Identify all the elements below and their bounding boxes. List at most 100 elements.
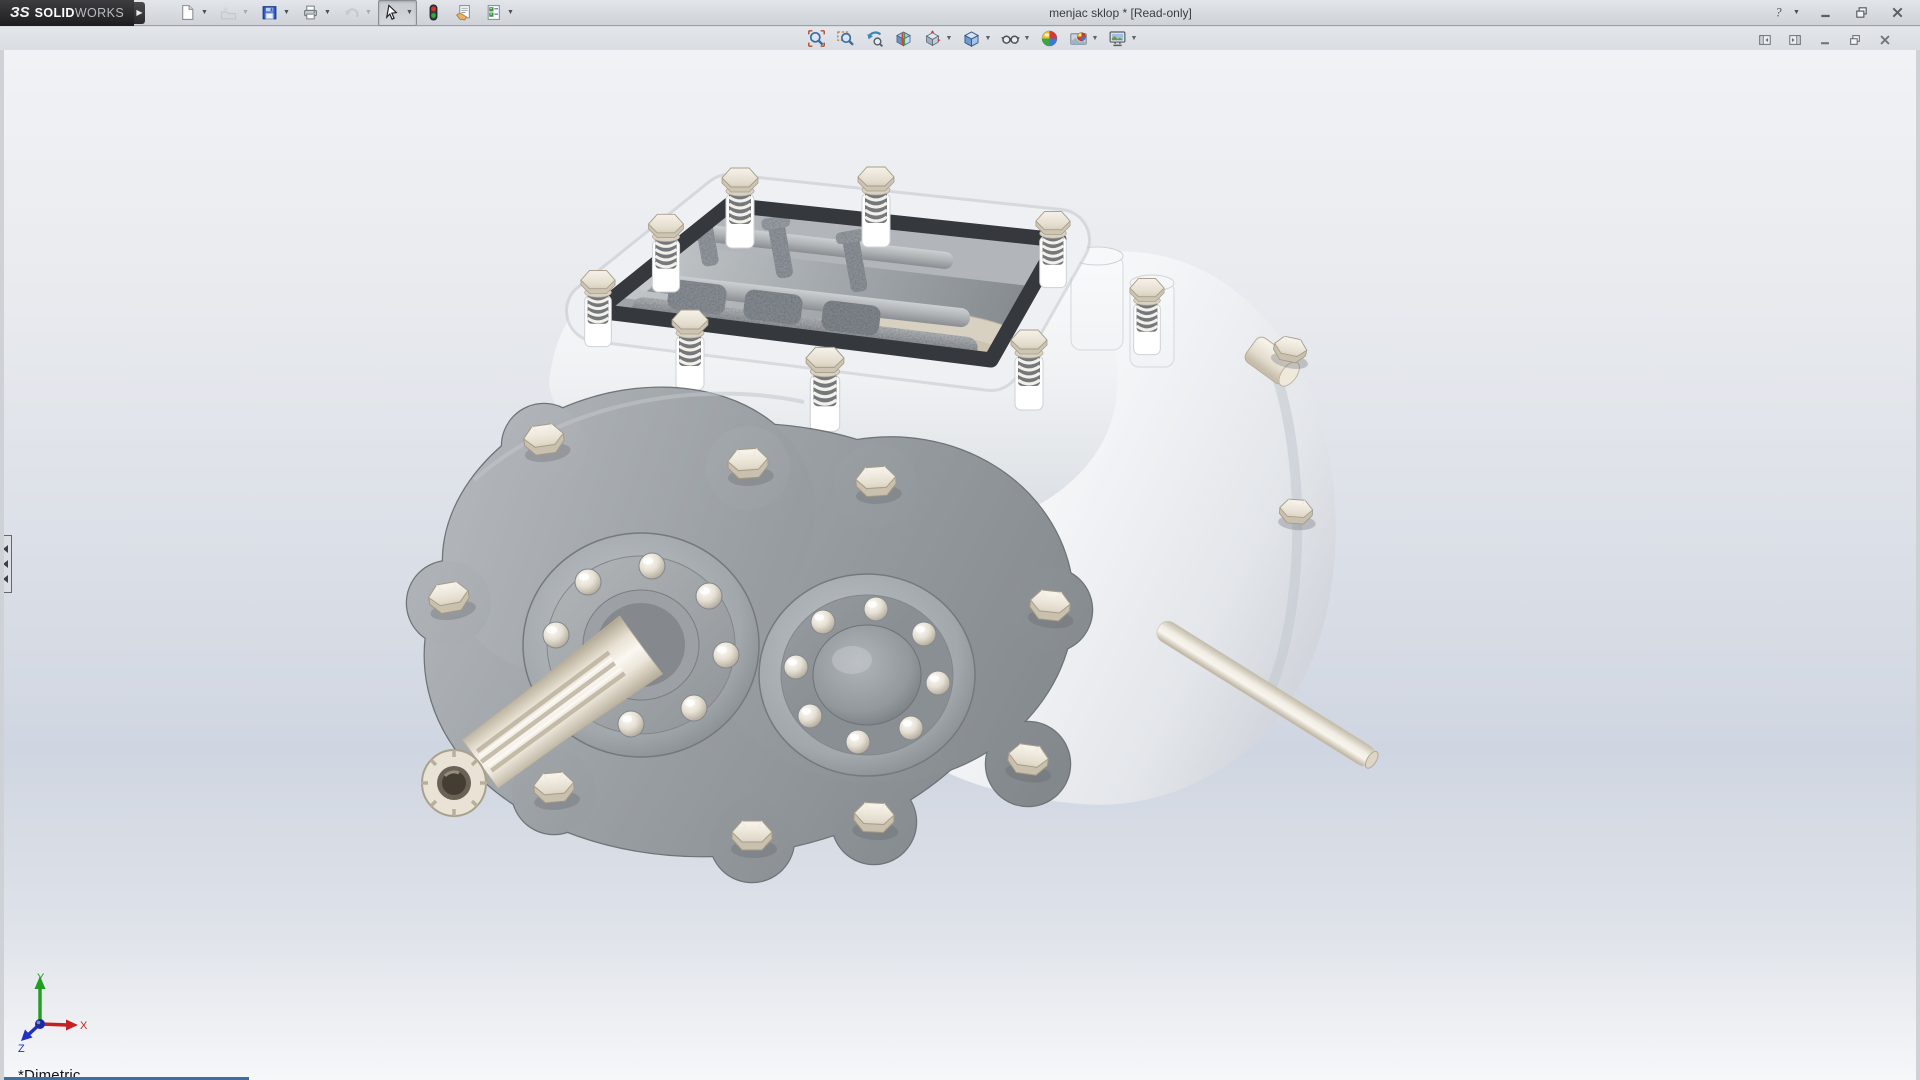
triad-y-label: Y bbox=[37, 972, 45, 984]
hide-show-items-button[interactable] bbox=[998, 28, 1022, 49]
pane-toggle-left-group bbox=[1752, 28, 1778, 52]
open-document-dropdown-arrow-icon: ▼ bbox=[240, 3, 251, 23]
new-icon bbox=[179, 4, 196, 21]
undo-group: ▼ bbox=[337, 0, 376, 26]
minimize-app-group bbox=[1810, 0, 1840, 26]
file-properties-group bbox=[449, 0, 477, 26]
previous-view-button[interactable] bbox=[862, 28, 886, 49]
options-dropdown-arrow-icon[interactable]: ▼ bbox=[505, 3, 516, 23]
pane-toggle-left-button[interactable] bbox=[1754, 30, 1776, 50]
apply-scene-button[interactable] bbox=[1066, 28, 1090, 49]
view-settings-button[interactable] bbox=[1105, 28, 1129, 49]
options-button[interactable] bbox=[481, 2, 505, 24]
display-style-dropdown-arrow-icon[interactable]: ▼ bbox=[983, 29, 993, 49]
output-bearing-boss[interactable] bbox=[759, 574, 975, 776]
min-icon bbox=[1818, 5, 1833, 20]
apply-scene-group: ▼ bbox=[1064, 26, 1102, 51]
display-style-button[interactable] bbox=[959, 28, 983, 49]
ds-logo-mark: ЗS bbox=[10, 4, 30, 21]
help-group: ▼ bbox=[1763, 0, 1804, 26]
restore-document-group bbox=[1842, 28, 1868, 52]
close-icon bbox=[1878, 33, 1892, 47]
restore-app-button[interactable] bbox=[1848, 2, 1874, 24]
minimize-document-button[interactable] bbox=[1814, 30, 1836, 50]
zoom-to-fit-group bbox=[802, 26, 830, 51]
restore-icon bbox=[1848, 33, 1862, 47]
paneright-icon bbox=[1788, 33, 1802, 47]
select-button[interactable] bbox=[380, 2, 404, 24]
close-app-button[interactable] bbox=[1884, 2, 1910, 24]
section-icon bbox=[894, 29, 913, 48]
collapse-arrow-icon bbox=[4, 575, 8, 583]
options-group: ▼ bbox=[479, 0, 518, 26]
zoomfit-icon bbox=[807, 29, 826, 48]
minimize-document-group bbox=[1812, 28, 1838, 52]
save-icon bbox=[261, 4, 278, 21]
close-app-group bbox=[1882, 0, 1912, 26]
select-dropdown-arrow-icon[interactable]: ▼ bbox=[404, 3, 415, 23]
undo-button bbox=[339, 2, 363, 24]
new-document-dropdown-arrow-icon[interactable]: ▼ bbox=[199, 3, 210, 23]
triad-x-label: X bbox=[80, 1020, 88, 1032]
collapse-arrow-icon bbox=[4, 560, 8, 568]
hideshow-icon bbox=[1001, 29, 1020, 48]
orientation-triad[interactable]: Y X Z bbox=[16, 968, 92, 1054]
document-bar: ▼ ▼ ▼ ▼ ▼ bbox=[0, 27, 1920, 50]
view-orientation-dropdown-arrow-icon[interactable]: ▼ bbox=[944, 29, 954, 49]
section-view-button[interactable] bbox=[891, 28, 915, 49]
new-document-button[interactable] bbox=[175, 2, 199, 24]
window-controls: ▼ bbox=[1763, 0, 1920, 26]
view-orientation-button[interactable] bbox=[920, 28, 944, 49]
minimize-app-button[interactable] bbox=[1812, 2, 1838, 24]
select-group: ▼ bbox=[378, 0, 417, 26]
input-shaft-end[interactable] bbox=[421, 750, 487, 816]
pane-toggle-right-group bbox=[1782, 28, 1808, 52]
zoomarea-icon bbox=[836, 29, 855, 48]
restore-icon bbox=[1854, 5, 1869, 20]
close-document-button[interactable] bbox=[1874, 30, 1896, 50]
headsup-view-toolbar: ▼ ▼ ▼ ▼ ▼ bbox=[802, 27, 1141, 50]
print-dropdown-arrow-icon[interactable]: ▼ bbox=[322, 3, 333, 23]
help-button[interactable] bbox=[1765, 2, 1791, 24]
open-document-button bbox=[216, 2, 240, 24]
hide-show-items-dropdown-arrow-icon[interactable]: ▼ bbox=[1022, 29, 1032, 49]
help-dropdown-arrow-icon[interactable]: ▼ bbox=[1791, 3, 1802, 23]
graphics-area[interactable]: Y X Z *Dimetric bbox=[0, 50, 1920, 1080]
logo-text-works: WORKS bbox=[75, 6, 124, 20]
edit-appearance-button[interactable] bbox=[1037, 28, 1061, 49]
main-toolbar: ▼▼▼▼▼▼▼ bbox=[173, 0, 518, 26]
viewsettings-icon bbox=[1108, 29, 1127, 48]
save-button[interactable] bbox=[257, 2, 281, 24]
zoom-to-area-button[interactable] bbox=[833, 28, 857, 49]
print-icon bbox=[302, 4, 319, 21]
restore-app-group bbox=[1846, 0, 1876, 26]
solidworks-window: ЗS SOLID WORKS ▶ ▼▼▼▼▼▼▼ menjac sklop * … bbox=[0, 0, 1920, 1080]
document-window-controls bbox=[1752, 28, 1898, 52]
apply-scene-dropdown-arrow-icon[interactable]: ▼ bbox=[1090, 29, 1100, 49]
print-button[interactable] bbox=[298, 2, 322, 24]
hide-show-items-group: ▼ bbox=[996, 26, 1034, 51]
save-dropdown-arrow-icon[interactable]: ▼ bbox=[281, 3, 292, 23]
restore-document-button[interactable] bbox=[1844, 30, 1866, 50]
pane-toggle-right-button[interactable] bbox=[1784, 30, 1806, 50]
rebuild-button[interactable] bbox=[421, 2, 445, 24]
section-view-group bbox=[889, 26, 917, 51]
paneleft-icon bbox=[1758, 33, 1772, 47]
min-icon bbox=[1818, 33, 1832, 47]
open-document-group: ▼ bbox=[214, 0, 253, 26]
document-title: menjac sklop * [Read-only] bbox=[518, 6, 1763, 20]
scene-icon bbox=[1069, 29, 1088, 48]
view-settings-group: ▼ bbox=[1103, 26, 1141, 51]
logo-text-solid: SOLID bbox=[35, 6, 75, 20]
titlebar: ЗS SOLID WORKS ▶ ▼▼▼▼▼▼▼ menjac sklop * … bbox=[0, 0, 1920, 26]
file-properties-button[interactable] bbox=[451, 2, 475, 24]
zoom-to-fit-button[interactable] bbox=[804, 28, 828, 49]
menu-flyout-arrow-icon[interactable]: ▶ bbox=[134, 2, 145, 24]
fileprops-icon bbox=[455, 4, 472, 21]
new-document-group: ▼ bbox=[173, 0, 212, 26]
close-document-group bbox=[1872, 28, 1898, 52]
rebuild-group bbox=[419, 0, 447, 26]
gearbox-3d-model[interactable] bbox=[4, 50, 1916, 1080]
featuremanager-collapsed-tab[interactable] bbox=[4, 535, 12, 593]
view-settings-dropdown-arrow-icon[interactable]: ▼ bbox=[1129, 29, 1139, 49]
